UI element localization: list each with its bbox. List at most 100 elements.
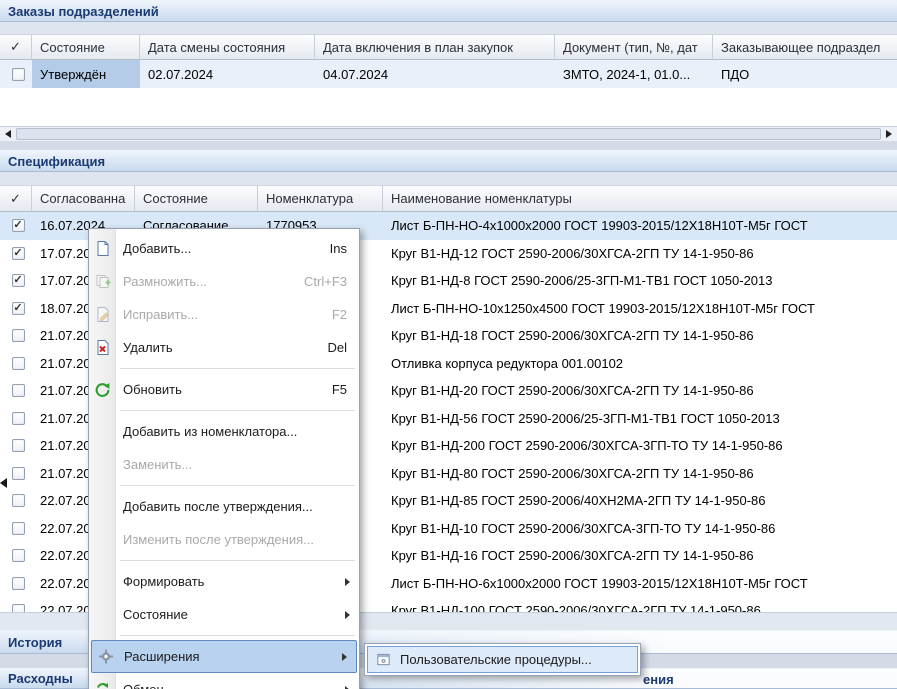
menu-item-label: Размножить...: [123, 274, 207, 289]
row-checkbox[interactable]: [12, 439, 25, 452]
orders-empty-area: [0, 88, 897, 126]
orders-select-all-header[interactable]: ✓: [0, 35, 32, 59]
row-checkbox[interactable]: ✓: [12, 219, 25, 232]
expense-panel-title: Расходны: [8, 671, 73, 686]
orders-panel-title: Заказы подразделений: [8, 4, 159, 19]
row-checkbox[interactable]: [12, 329, 25, 342]
orders-table-row[interactable]: Утверждён 02.07.2024 04.07.2024 ЗМТО, 20…: [0, 60, 897, 88]
orders-row-checkbox[interactable]: [12, 68, 25, 81]
spec-col-nomenclature[interactable]: Номенклатура: [258, 186, 383, 211]
row-checkbox[interactable]: [12, 549, 25, 562]
history-panel-title: История: [8, 635, 62, 650]
menu-separator: [120, 560, 355, 561]
cell-name[interactable]: Круг В1-НД-20 ГОСТ 2590-2006/30ХГСА-2ГП …: [383, 377, 897, 405]
exchange-icon: [93, 680, 112, 689]
orders-col-state-date[interactable]: Дата смены состояния: [140, 35, 315, 59]
row-checkbox[interactable]: [12, 604, 25, 612]
cell-name[interactable]: Лист Б-ПН-НО-10х1250х4500 ГОСТ 19903-201…: [383, 295, 897, 323]
spec-column-headers: ✓ Согласованна Состояние Номенклатура На…: [0, 185, 897, 212]
cell-name[interactable]: Круг В1-НД-85 ГОСТ 2590-2006/40ХН2МА-2ГП…: [383, 487, 897, 515]
cell-name[interactable]: Круг В1-НД-56 ГОСТ 2590-2006/25-3ГП-М1-Т…: [383, 405, 897, 433]
orders-col-department[interactable]: Заказывающее подраздел: [713, 35, 897, 59]
row-checkbox[interactable]: ✓: [12, 302, 25, 315]
row-checkbox[interactable]: [12, 522, 25, 535]
menu-item-extensions[interactable]: Расширения: [91, 640, 357, 673]
menu-item-shortcut: Ctrl+F3: [294, 274, 347, 289]
menu-item-state[interactable]: Состояние: [89, 598, 359, 631]
cell-name[interactable]: Круг В1-НД-10 ГОСТ 2590-2006/30ХГСА-3ГП-…: [383, 515, 897, 543]
cell-name[interactable]: Круг В1-НД-200 ГОСТ 2590-2006/30ХГСА-3ГП…: [383, 432, 897, 460]
menu-item-label: Удалить: [123, 340, 173, 355]
spec-col-name[interactable]: Наименование номенклатуры: [383, 186, 897, 211]
extensions-icon: [96, 647, 115, 666]
add-document-icon: [93, 239, 112, 258]
user-procedures-icon: [374, 650, 393, 669]
scrollbar-thumb[interactable]: [16, 128, 881, 140]
menu-item-duplicate[interactable]: Размножить... Ctrl+F3: [89, 265, 359, 298]
extensions-submenu: Пользовательские процедуры...: [364, 643, 641, 676]
orders-cell-document[interactable]: ЗМТО, 2024-1, 01.0...: [555, 60, 713, 88]
app-window: Заказы подразделений ✓ Состояние Дата см…: [0, 0, 897, 689]
orders-panel-header[interactable]: Заказы подразделений: [0, 0, 897, 22]
menu-separator: [120, 635, 355, 636]
menu-item-add-from-nomenclator[interactable]: Добавить из номенклатора...: [89, 415, 359, 448]
row-checkbox[interactable]: [12, 577, 25, 590]
orders-cell-state[interactable]: Утверждён: [32, 60, 140, 88]
orders-cell-plan-date[interactable]: 04.07.2024: [315, 60, 555, 88]
cell-name[interactable]: Отливка корпуса редуктора 001.00102: [383, 350, 897, 378]
menu-item-edit[interactable]: Исправить... F2: [89, 298, 359, 331]
menu-item-add[interactable]: Добавить... Ins: [89, 232, 359, 265]
menu-item-label: Исправить...: [123, 307, 198, 322]
menu-item-user-procedures[interactable]: Пользовательские процедуры...: [367, 646, 638, 673]
refresh-icon: [93, 380, 112, 399]
row-checkbox[interactable]: [12, 467, 25, 480]
menu-item-shortcut: F5: [322, 382, 347, 397]
spec-toolbar-gap: [0, 172, 897, 185]
orders-toolbar-gap: [0, 22, 897, 34]
cell-name[interactable]: Круг В1-НД-100 ГОСТ 2590-2006/30ХГСА-2ГП…: [383, 597, 897, 612]
orders-cell-state-date[interactable]: 02.07.2024: [140, 60, 315, 88]
cell-name[interactable]: Круг В1-НД-80 ГОСТ 2590-2006/30ХГСА-2ГП …: [383, 460, 897, 488]
menu-item-label: Формировать: [123, 574, 204, 589]
spec-panel-header[interactable]: Спецификация: [0, 150, 897, 172]
menu-item-change-after-approval[interactable]: Изменить после утверждения...: [89, 523, 359, 556]
spec-col-agreed-date[interactable]: Согласованна: [32, 186, 135, 211]
spec-col-state[interactable]: Состояние: [135, 186, 258, 211]
row-checkbox[interactable]: ✓: [12, 247, 25, 260]
menu-item-refresh[interactable]: Обновить F5: [89, 373, 359, 406]
menu-item-label: Добавить...: [123, 241, 191, 256]
cell-name[interactable]: Лист Б-ПН-НО-4х1000х2000 ГОСТ 19903-2015…: [383, 212, 897, 240]
menu-item-shortcut: Del: [317, 340, 347, 355]
row-checkbox[interactable]: [12, 494, 25, 507]
cell-name[interactable]: Лист Б-ПН-НО-6х1000х2000 ГОСТ 19903-2015…: [383, 570, 897, 598]
current-row-marker: [0, 478, 7, 488]
orders-column-headers: ✓ Состояние Дата смены состояния Дата вк…: [0, 34, 897, 60]
orders-horizontal-scrollbar[interactable]: [0, 126, 897, 141]
cell-name[interactable]: Круг В1-НД-16 ГОСТ 2590-2006/30ХГСА-2ГП …: [383, 542, 897, 570]
row-checkbox[interactable]: [12, 357, 25, 370]
menu-item-form[interactable]: Формировать: [89, 565, 359, 598]
menu-item-exchange[interactable]: Обмен: [89, 673, 359, 689]
cell-name[interactable]: Круг В1-НД-18 ГОСТ 2590-2006/30ХГСА-2ГП …: [383, 322, 897, 350]
menu-item-replace[interactable]: Заменить...: [89, 448, 359, 481]
cell-name[interactable]: Круг В1-НД-8 ГОСТ 2590-2006/25-3ГП-М1-ТВ…: [383, 267, 897, 295]
scroll-right-button[interactable]: [881, 127, 897, 141]
row-checkbox[interactable]: [12, 384, 25, 397]
panel-title-fragment: ения: [643, 672, 674, 687]
cell-name[interactable]: Круг В1-НД-12 ГОСТ 2590-2006/30ХГСА-2ГП …: [383, 240, 897, 268]
menu-item-label: Пользовательские процедуры...: [400, 652, 592, 667]
menu-item-label: Расширения: [124, 649, 200, 664]
orders-col-document[interactable]: Документ (тип, №, дат: [555, 35, 713, 59]
orders-col-plan-date[interactable]: Дата включения в план закупок: [315, 35, 555, 59]
row-checkbox[interactable]: ✓: [12, 274, 25, 287]
orders-col-state[interactable]: Состояние: [32, 35, 140, 59]
spec-select-all-header[interactable]: ✓: [0, 186, 32, 211]
orders-cell-department[interactable]: ПДО: [713, 60, 897, 88]
row-checkbox[interactable]: [12, 412, 25, 425]
menu-item-label: Заменить...: [123, 457, 192, 472]
duplicate-icon: [93, 272, 112, 291]
menu-item-delete[interactable]: Удалить Del: [89, 331, 359, 364]
scroll-left-button[interactable]: [0, 127, 16, 141]
menu-item-add-after-approval[interactable]: Добавить после утверждения...: [89, 490, 359, 523]
menu-item-shortcut: Ins: [320, 241, 347, 256]
